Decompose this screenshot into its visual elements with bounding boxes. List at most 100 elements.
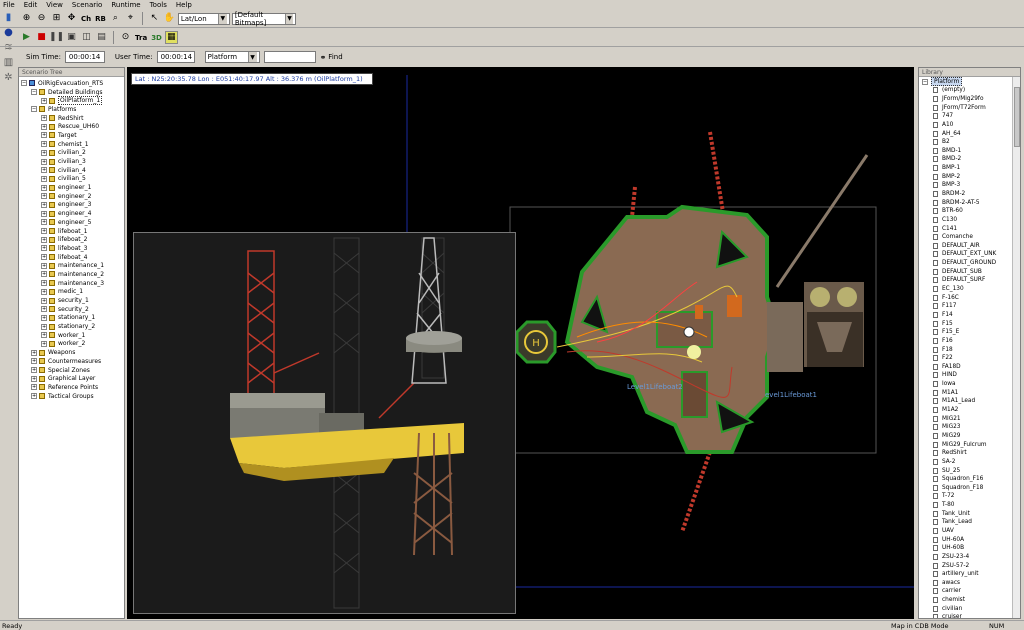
tree-node-platform-item[interactable]: + chemist_1 (19, 140, 124, 149)
expand-icon[interactable]: + (41, 280, 47, 287)
search-input[interactable] (263, 51, 316, 63)
pan-icon[interactable]: ✥ (65, 12, 78, 25)
tree-node-platform-item[interactable]: + maintenance_1 (19, 261, 124, 270)
library-item[interactable]: Tank_Lead (919, 518, 1020, 527)
tree-node-platform-item[interactable]: + stationary_2 (19, 322, 124, 331)
user-time-field[interactable]: 00:00:14 (156, 51, 195, 63)
library-item[interactable]: F22 (919, 354, 1020, 363)
library-item[interactable]: B2 (919, 138, 1020, 147)
library-item[interactable]: BTR-60 (919, 207, 1020, 216)
library-item[interactable]: SA-2 (919, 458, 1020, 467)
library-item[interactable]: Comanche (919, 233, 1020, 242)
library-item[interactable]: BRDM-2 (919, 190, 1020, 199)
library-item[interactable]: F-16C (919, 293, 1020, 302)
tree-node-platform-item[interactable]: + maintenance_2 (19, 270, 124, 279)
rb-button[interactable]: RB (94, 15, 107, 23)
menu-view[interactable]: View (46, 1, 63, 9)
expand-icon[interactable]: + (41, 340, 47, 347)
expand-icon[interactable]: + (41, 254, 47, 261)
expand-icon[interactable]: + (41, 201, 47, 208)
library-item[interactable]: HIND (919, 371, 1020, 380)
library-item[interactable]: DEFAULT_SURF (919, 276, 1020, 285)
expand-icon[interactable]: + (41, 323, 47, 330)
camera-icon[interactable]: ▣ (65, 31, 78, 44)
library-item[interactable]: civilian (919, 604, 1020, 613)
library-item[interactable]: EC_130 (919, 285, 1020, 294)
expand-icon[interactable]: + (41, 175, 47, 182)
expand-icon[interactable]: + (31, 367, 37, 374)
ch-button[interactable]: Ch (80, 15, 92, 23)
library-item[interactable]: F117 (919, 302, 1020, 311)
tree-node-platform-item[interactable]: + lifeboat_1 (19, 227, 124, 236)
expand-icon[interactable]: + (31, 349, 37, 356)
screen-icon[interactable]: ▤ (95, 31, 108, 44)
expand-icon[interactable]: + (41, 132, 47, 139)
library-item[interactable]: C141 (919, 224, 1020, 233)
expand-icon[interactable]: + (41, 141, 47, 148)
expand-icon[interactable]: + (41, 262, 47, 269)
zoom-fit-icon[interactable]: ⊞ (50, 12, 63, 25)
library-item[interactable]: A10 (919, 121, 1020, 130)
library-item[interactable]: awacs (919, 579, 1020, 588)
tree-node-group[interactable]: + Special Zones (19, 366, 124, 375)
bitmaps-select[interactable]: [Default Bitmaps] ▼ (231, 11, 296, 27)
library-item[interactable]: BMP-2 (919, 172, 1020, 181)
expand-icon[interactable]: + (41, 332, 47, 339)
find-button[interactable]: ⚭ Find (320, 53, 343, 62)
expand-icon[interactable]: + (41, 288, 47, 295)
expand-icon[interactable]: + (41, 271, 47, 278)
tree-node-platform-item[interactable]: + engineer_1 (19, 183, 124, 192)
expand-icon[interactable]: + (41, 115, 47, 122)
tree-node-platform-item[interactable]: + worker_1 (19, 331, 124, 340)
tree-node-platform-item[interactable]: + Target (19, 131, 124, 140)
tree-node-platform-item[interactable]: + worker_2 (19, 340, 124, 349)
3d-button[interactable]: 3D (150, 34, 163, 42)
magnify-icon[interactable]: ⌕ (109, 12, 122, 25)
settings-icon[interactable]: ✲ (3, 72, 15, 84)
tree-node-platform-item[interactable]: + maintenance_3 (19, 279, 124, 288)
tree-node-platform-item[interactable]: + security_1 (19, 296, 124, 305)
play-icon[interactable]: ▶ (20, 31, 33, 44)
zoom-in-icon[interactable]: ⊕ (20, 12, 33, 25)
hand-icon[interactable]: ✋ (163, 12, 176, 25)
tree-node-platform-item[interactable]: + lifeboat_4 (19, 253, 124, 262)
library-item[interactable]: F18 (919, 345, 1020, 354)
expand-icon[interactable]: + (41, 184, 47, 191)
tra-button[interactable]: Tra (134, 34, 148, 42)
library-item[interactable]: 747 (919, 112, 1020, 121)
expand-icon[interactable]: + (41, 314, 47, 321)
pause-icon[interactable]: ❚❚ (49, 31, 64, 44)
expand-icon[interactable]: + (31, 358, 37, 365)
filter-select[interactable]: Platform ▼ (204, 51, 260, 63)
grid-icon[interactable]: ▦ (164, 31, 178, 44)
library-item[interactable]: AH_64 (919, 129, 1020, 138)
menu-scenario[interactable]: Scenario (72, 1, 102, 9)
expand-icon[interactable]: + (41, 245, 47, 252)
tree-node-platform-item[interactable]: + engineer_3 (19, 201, 124, 210)
collapse-icon[interactable]: − (31, 106, 37, 113)
library-item[interactable]: DEFAULT_SUB (919, 267, 1020, 276)
tree-node-platform-item[interactable]: + Rescue_UH60 (19, 122, 124, 131)
library-root[interactable]: − Platform (919, 77, 1020, 86)
expand-icon[interactable]: + (31, 375, 37, 382)
library-item[interactable]: BMD-2 (919, 155, 1020, 164)
library-item[interactable]: Squadron_F16 (919, 475, 1020, 484)
tree-node-group[interactable]: + Graphical Layer (19, 374, 124, 383)
library-item[interactable]: MiG23 (919, 423, 1020, 432)
tree-node-platform-item[interactable]: + lifeboat_2 (19, 235, 124, 244)
tree-node-group[interactable]: + Countermeasures (19, 357, 124, 366)
expand-icon[interactable]: + (41, 158, 47, 165)
tree-node-platforms[interactable]: − Platforms (19, 105, 124, 114)
expand-icon[interactable]: + (41, 149, 47, 156)
library-item[interactable]: DEFAULT_GROUND (919, 259, 1020, 268)
record-icon[interactable]: ◫ (80, 31, 93, 44)
tree-node-platform-item[interactable]: + civilian_4 (19, 166, 124, 175)
library-item[interactable]: M1A1_Lead (919, 397, 1020, 406)
menu-tools[interactable]: Tools (150, 1, 167, 9)
library-item[interactable]: T-80 (919, 501, 1020, 510)
library-item[interactable]: UH-60A (919, 535, 1020, 544)
library-item[interactable]: carrier (919, 587, 1020, 596)
target-icon[interactable]: ⊙ (119, 31, 132, 44)
library-item[interactable]: MiG29_Fulcrum (919, 440, 1020, 449)
library-item[interactable]: F15_E (919, 328, 1020, 337)
